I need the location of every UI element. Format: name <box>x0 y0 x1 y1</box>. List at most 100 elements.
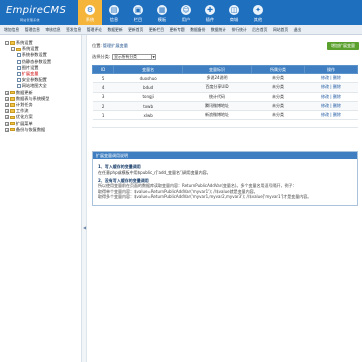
row-actions[interactable]: 修改 | 删除 <box>304 82 358 93</box>
variables-table: ID 变量名 变量标识 所属分类 操作 5 duoshuo 多说24说明 未分类 修改 | 删除… <box>91 65 359 121</box>
table-cell: 百度分享UID <box>182 82 252 93</box>
topnav-item[interactable]: ▤ 信息 <box>102 0 126 25</box>
table-cell: 未分类 <box>251 110 305 121</box>
expand-icon[interactable]: + <box>5 109 9 114</box>
tree-item[interactable]: + 备份与恢复数据 <box>5 127 81 133</box>
add-variable-button[interactable]: 增加扩展变量 <box>327 42 359 50</box>
topnav-label: 商城 <box>229 17 239 22</box>
table-cell: txwb <box>113 101 183 112</box>
quick-link[interactable]: 管理评论 <box>87 27 102 33</box>
table-cell: 4 <box>92 82 114 93</box>
table-cell: 5 <box>92 73 114 84</box>
table-cell: 统计代码 <box>182 92 252 102</box>
plugin-icon: ✚ <box>205 5 215 15</box>
topnav-item[interactable]: ⚙ 系统 <box>78 0 102 25</box>
logo[interactable]: EmpireCMS 网站管理系统 <box>6 5 66 22</box>
quick-link[interactable]: 网站首页 <box>273 27 288 33</box>
expand-icon[interactable]: + <box>5 121 9 126</box>
help-title: 扩展变量调用说明 <box>93 152 357 160</box>
table-row: 1 xlwb 新浪微博地址 未分类 修改 | 删除 <box>92 110 358 121</box>
template-icon: ▦ <box>157 5 167 15</box>
table-cell: 多说24说明 <box>182 73 252 84</box>
table-cell: 未分类 <box>251 92 305 102</box>
breadcrumb-link[interactable]: 管理扩展变量 <box>103 43 128 49</box>
topnav-item[interactable]: ▦ 模板 <box>150 0 174 25</box>
quick-link[interactable]: 签发信息 <box>66 27 81 33</box>
quick-link[interactable]: 更新首页 <box>128 27 143 33</box>
table-cell: duoshuo <box>113 73 183 84</box>
topnav-item[interactable]: ☺ 用户 <box>174 0 198 25</box>
topnav-item[interactable]: ✚ 插件 <box>198 0 222 25</box>
quick-link[interactable]: 数据更新 <box>107 27 122 33</box>
topnav-label: 用户 <box>181 17 191 22</box>
top-nav: ⚙ 系统 ▤ 信息 ▣ 栏目 ▦ 模板 ☺ 用户 ✚ 插件 ◫ 商城 ✦ 其他 <box>78 0 270 25</box>
collapse-icon[interactable]: - <box>5 41 9 46</box>
quick-link[interactable]: 退出 <box>294 27 302 33</box>
filter-label: 选择分类: <box>92 54 111 59</box>
tree-item-label: 数据更新 <box>15 89 33 95</box>
breadcrumb: 位置: 管理扩展变量 <box>92 42 358 50</box>
row-actions[interactable]: 修改 | 删除 <box>304 101 358 112</box>
category-select[interactable]: 显示所有分类 ▼ <box>112 54 157 60</box>
folder-icon <box>10 41 15 45</box>
topnav-label: 模板 <box>157 17 167 22</box>
user-icon: ☺ <box>181 5 191 15</box>
expand-icon[interactable]: + <box>5 96 9 101</box>
collapse-arrow-icon[interactable]: ◀ <box>83 225 86 230</box>
topnav-item[interactable]: ◫ 商城 <box>222 0 246 25</box>
quick-link[interactable]: 后台首页 <box>252 27 267 33</box>
row-actions[interactable]: 修改 | 删除 <box>304 110 358 121</box>
folder-icon: ▣ <box>133 5 143 15</box>
table-cell: tongji <box>113 92 183 102</box>
category-select-value: 显示所有分类 <box>114 54 137 59</box>
topnav-label: 其他 <box>253 17 263 22</box>
table-row: 4 bdud 百度分享UID 未分类 修改 | 删除 <box>92 82 358 93</box>
tree-item-label: 系统参数设置 <box>21 52 47 58</box>
breadcrumb-label: 位置: <box>92 43 102 48</box>
quick-link[interactable]: 更新栏目 <box>149 27 164 33</box>
table-header-row: ID 变量名 变量标识 所属分类 操作 <box>91 65 359 74</box>
quick-links-bar: 增加信息 管理信息 审核信息 签发信息 管理评论 数据更新 更新首页 更新栏目 更新专题 数据备份… <box>0 25 362 35</box>
chevron-down-icon: ▼ <box>151 54 155 60</box>
tree-item-label: 数据表与系统模型 <box>15 95 50 101</box>
expand-icon[interactable]: + <box>5 115 9 120</box>
file-icon <box>17 78 21 83</box>
table-body: 5 duoshuo 多说24说明 未分类 修改 | 删除 4 bdud 百度分享UID 未分类修… <box>92 73 358 121</box>
folder-icon <box>10 90 15 95</box>
row-actions[interactable]: 修改 | 删除 <box>304 92 358 102</box>
help-box: 扩展变量调用说明 1、写入缓存的变量调用 在任意php或模板中用$public_… <box>92 151 358 207</box>
expand-icon[interactable]: + <box>5 90 9 95</box>
quick-link[interactable]: 增加信息 <box>4 27 19 33</box>
column-header: ID <box>91 65 115 74</box>
table-cell: 3 <box>92 92 114 102</box>
topnav-item[interactable]: ✦ 其他 <box>246 0 270 25</box>
gear-icon: ⚙ <box>85 5 95 15</box>
table-row: 2 txwb 腾讯微博地址 未分类 修改 | 删除 <box>92 101 358 112</box>
logo-subtitle: 网站管理系统 <box>20 18 40 22</box>
table-footer <box>92 120 358 129</box>
quick-link[interactable]: 数据备份 <box>190 27 205 33</box>
quick-link[interactable]: 排行统计 <box>232 27 247 33</box>
collapse-icon[interactable]: - <box>11 47 15 52</box>
table-cell: 未分类 <box>251 73 305 84</box>
row-actions[interactable]: 修改 | 删除 <box>304 73 358 84</box>
expand-icon[interactable]: + <box>5 127 9 132</box>
sidebar-tree: - 系统设置 - 系统设置 系统参数设置 伪静态参数设置 图片设置 扩展变量 安全参数配置 网站地… <box>0 35 82 362</box>
table-cell: 1 <box>92 110 114 121</box>
column-header: 所属分类 <box>250 65 305 74</box>
quick-link[interactable]: 审核信息 <box>45 27 60 33</box>
quick-link[interactable]: 更新专题 <box>170 27 185 33</box>
table-row: 5 duoshuo 多说24说明 未分类 修改 | 删除 <box>92 73 358 84</box>
table-cell: 未分类 <box>251 101 305 112</box>
top-header: EmpireCMS 网站管理系统 ⚙ 系统 ▤ 信息 ▣ 栏目 ▦ 模板 ☺ 用户 ✚ 插件 ◫ 商城 ✦ 其… <box>0 0 362 25</box>
quick-link[interactable]: 管理信息 <box>25 27 40 33</box>
quick-link[interactable]: 数据统计 <box>211 27 226 33</box>
folder-icon <box>10 115 15 120</box>
folder-icon <box>10 97 15 101</box>
file-icon <box>17 84 21 89</box>
topnav-item[interactable]: ▣ 栏目 <box>126 0 150 25</box>
sidebar-collapse-bar[interactable]: ◀ <box>82 35 87 362</box>
expand-icon[interactable]: + <box>5 102 9 107</box>
topnav-label: 信息 <box>109 17 119 22</box>
topnav-label: 栏目 <box>133 17 143 22</box>
